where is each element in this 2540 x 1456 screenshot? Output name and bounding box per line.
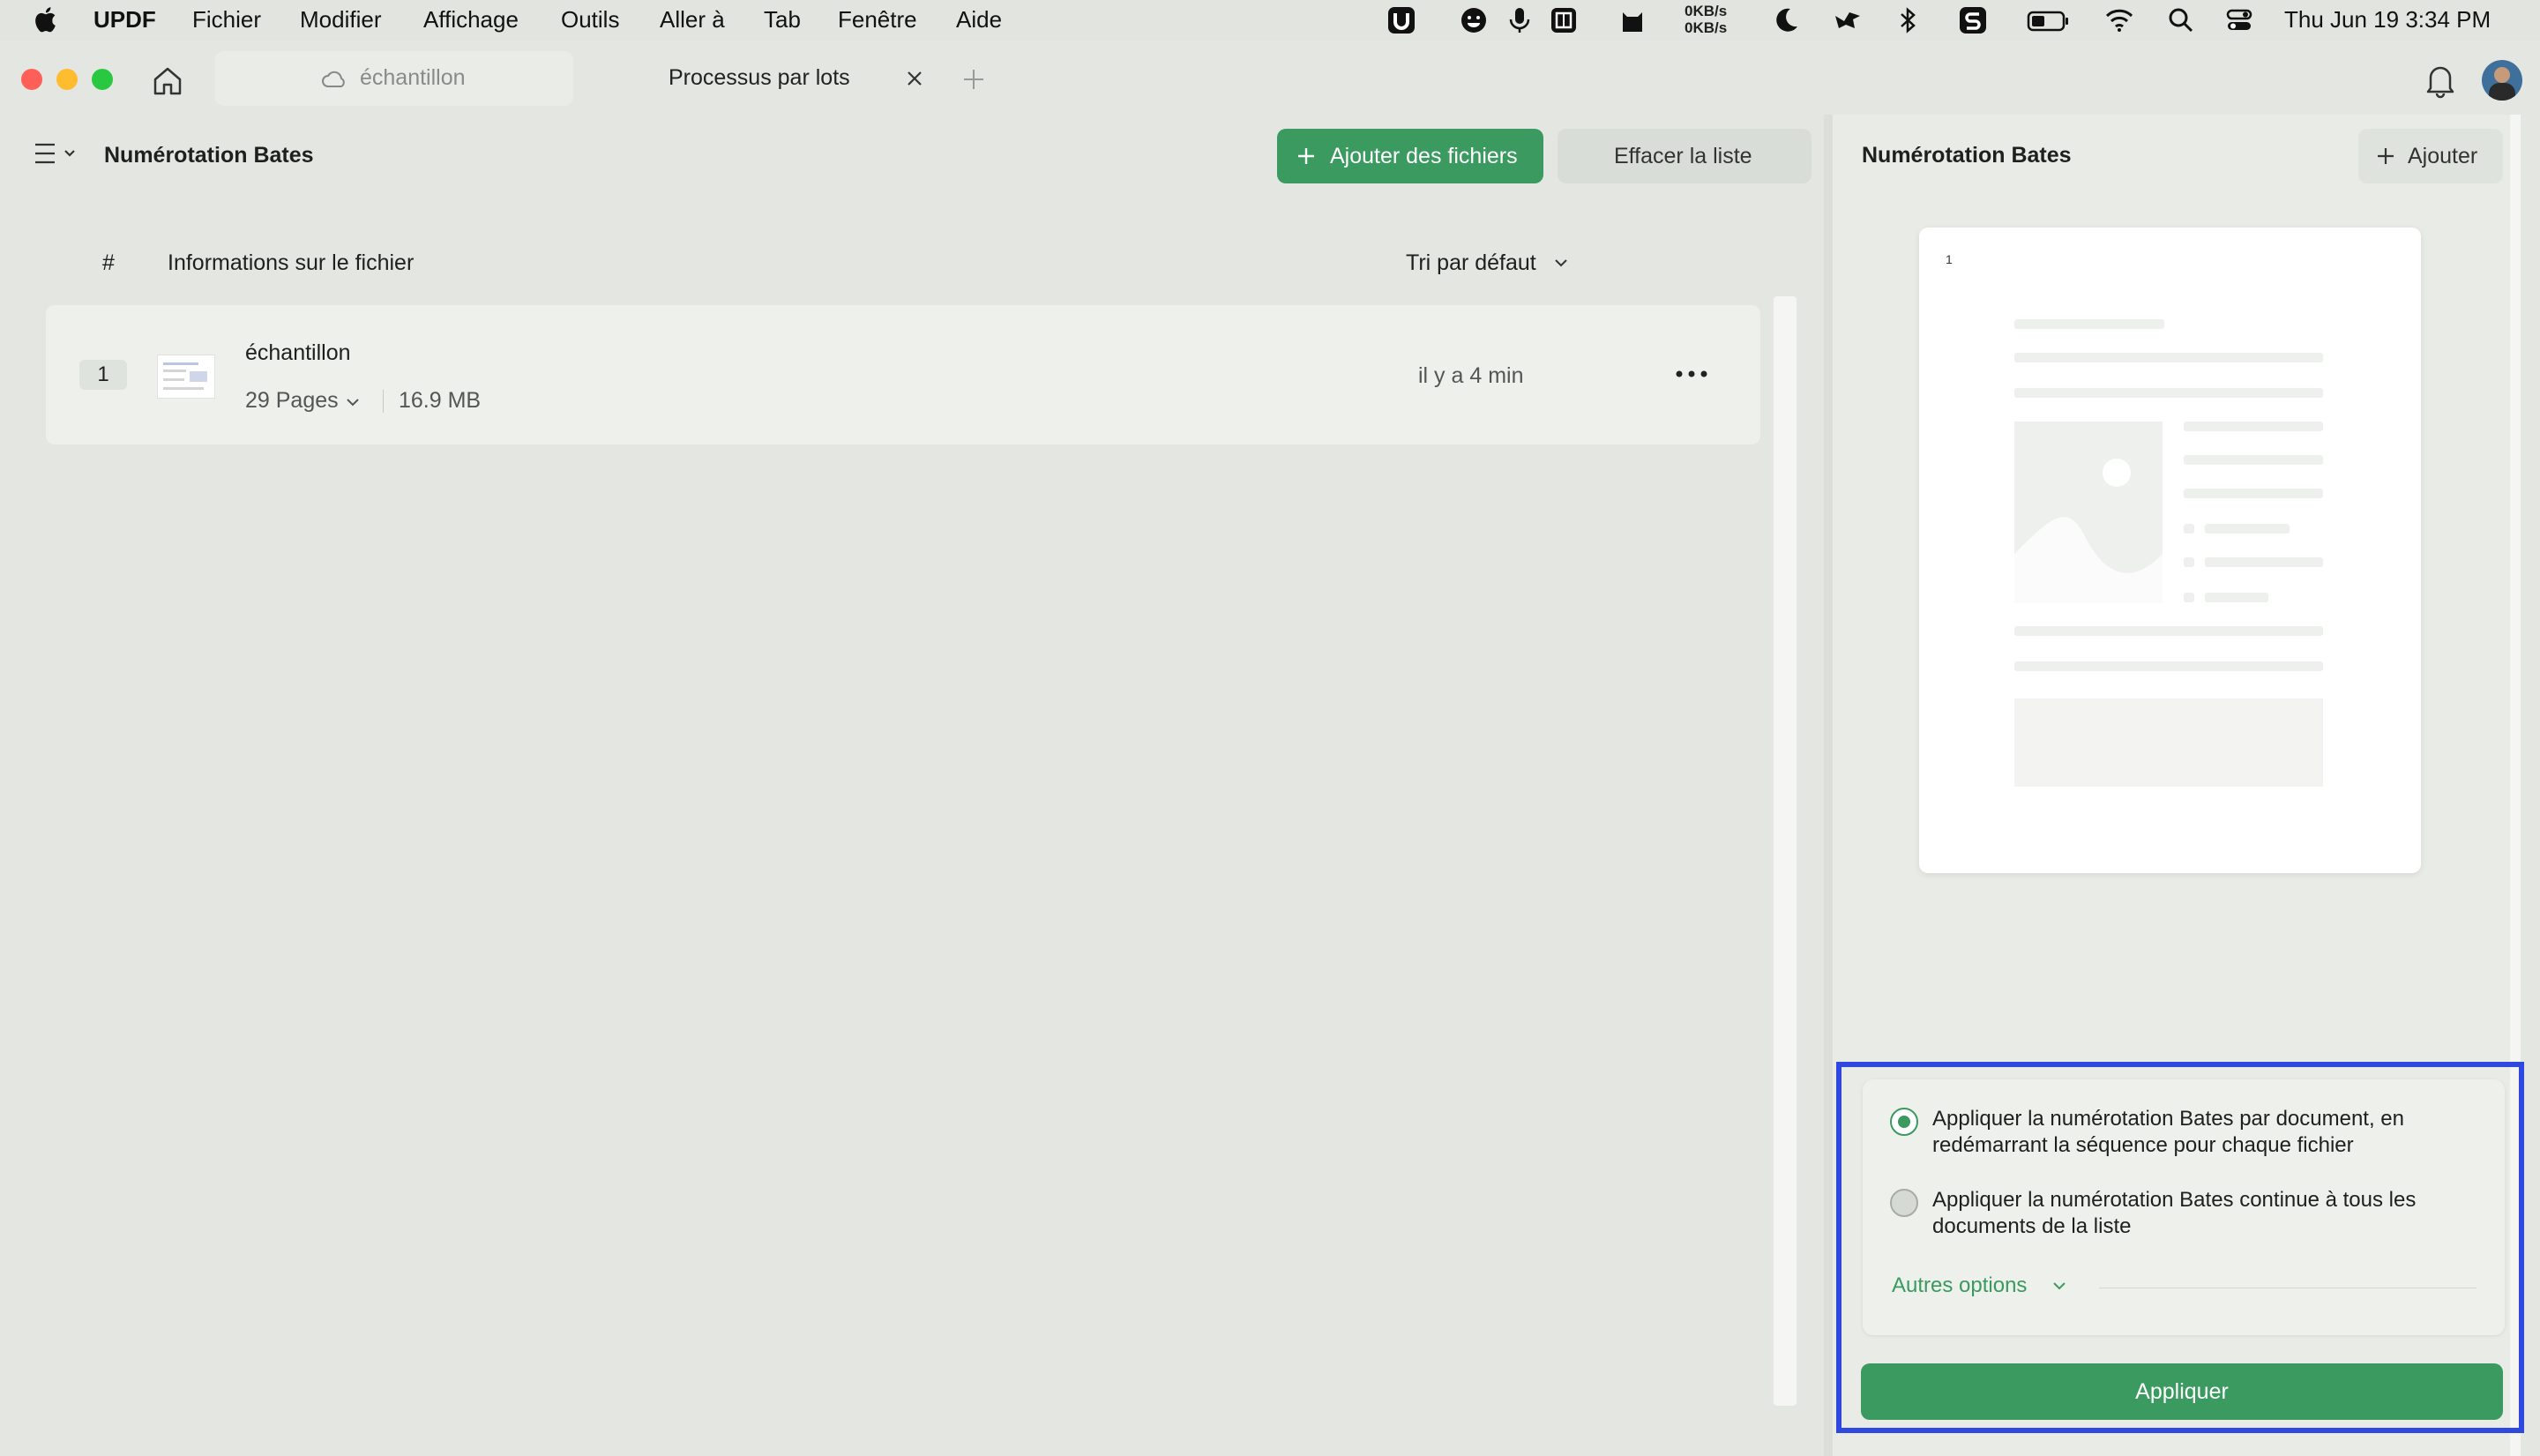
bluetooth-icon[interactable] [1893, 5, 1923, 35]
file-index-badge: 1 [79, 360, 127, 390]
file-row[interactable]: 1 échantillon 29 Pages 16.9 MB il y a 4 … [46, 305, 1760, 444]
menu-clock[interactable]: Thu Jun 19 3:34 PM [2284, 6, 2491, 34]
tab-echantillon[interactable]: échantillon [215, 51, 573, 106]
tab-processus-par-lots[interactable]: Processus par lots [582, 51, 944, 106]
menu-fichier[interactable]: Fichier [192, 6, 261, 34]
preview-image-placeholder [2014, 422, 2163, 603]
close-window-button[interactable] [21, 69, 42, 90]
page-preview: 1 [1919, 228, 2421, 873]
screen-capture-icon[interactable] [1549, 5, 1579, 35]
file-pages-dropdown[interactable]: 29 Pages [245, 388, 369, 416]
plus-icon [2378, 148, 2394, 164]
menu-app-name[interactable]: UPDF [93, 6, 156, 34]
user-avatar[interactable] [2482, 60, 2522, 101]
clear-list-label: Effacer la liste [1614, 144, 1752, 168]
file-time: il y a 4 min [1418, 363, 1524, 388]
file-pages: 29 Pages [245, 388, 339, 413]
menu-aller-a[interactable]: Aller à [660, 6, 725, 34]
settings-title: Numérotation Bates [1862, 143, 2072, 168]
preview-block-placeholder [2014, 698, 2323, 787]
battery-icon[interactable] [2027, 5, 2069, 35]
control-center-icon[interactable] [2224, 5, 2254, 35]
file-size: 16.9 MB [399, 388, 482, 413]
spotlight-search-icon[interactable] [2166, 5, 2196, 35]
more-options-icon[interactable] [1674, 367, 1709, 381]
image-placeholder-icon [2014, 459, 2163, 603]
add-bates-button[interactable]: Ajouter [2358, 129, 2503, 183]
wifi-icon[interactable] [2104, 5, 2134, 35]
network-up: 0KB/s [1685, 3, 1728, 19]
clear-list-button[interactable]: Effacer la liste [1558, 129, 1812, 183]
microphone-icon[interactable] [1505, 5, 1535, 35]
menu-tab[interactable]: Tab [764, 6, 801, 34]
cloud-icon [322, 71, 345, 87]
notification-bell-icon[interactable] [2424, 62, 2457, 99]
chevron-down-icon [347, 399, 359, 407]
column-header-index: # [102, 250, 115, 275]
highlight-box [1836, 1062, 2524, 1433]
panel-divider[interactable] [1824, 115, 1833, 1456]
add-files-button[interactable]: Ajouter des fichiers [1277, 129, 1543, 183]
network-down: 0KB/s [1685, 19, 1728, 36]
maximize-window-button[interactable] [92, 69, 113, 90]
menu-fenetre[interactable]: Fenêtre [838, 6, 917, 34]
file-thumbnail [157, 355, 215, 399]
night-mode-icon[interactable] [1771, 5, 1801, 35]
emoji-icon[interactable] [1459, 5, 1489, 35]
file-list-scrollbar[interactable] [1774, 296, 1797, 1406]
sort-dropdown[interactable]: Tri par défaut [1406, 247, 1579, 279]
new-tab-icon[interactable] [961, 67, 986, 92]
apple-icon[interactable] [32, 4, 62, 34]
add-files-label: Ajouter des fichiers [1330, 144, 1518, 168]
scrivener-icon[interactable] [1958, 5, 1988, 35]
tab-echantillon-label: échantillon [360, 65, 466, 90]
column-header-file-info: Informations sur le fichier [168, 250, 415, 275]
menu-modifier[interactable]: Modifier [300, 6, 381, 34]
close-tab-icon[interactable] [905, 69, 924, 88]
bird-icon[interactable] [1833, 5, 1863, 35]
home-icon[interactable] [150, 63, 185, 99]
minimize-window-button[interactable] [56, 69, 78, 90]
preview-bates-number: 1 [1946, 252, 1953, 266]
panel-title: Numérotation Bates [104, 143, 314, 168]
menu-outils[interactable]: Outils [561, 6, 619, 34]
menu-bar: UPDF Fichier Modifier Affichage Outils A… [0, 0, 2540, 41]
file-name: échantillon [245, 340, 351, 365]
divider [383, 390, 384, 413]
menu-aide[interactable]: Aide [956, 6, 1002, 34]
sort-label: Tri par défaut [1406, 250, 1536, 275]
network-speed: 0KB/s 0KB/s [1685, 3, 1727, 36]
updf-status-icon[interactable] [1386, 5, 1416, 35]
cat-icon[interactable] [1617, 5, 1647, 35]
add-bates-label: Ajouter [2408, 144, 2478, 168]
menu-toggle-icon[interactable] [34, 141, 81, 166]
plus-icon [1298, 148, 1314, 164]
chevron-down-icon [1555, 259, 1567, 267]
tab-processus-label: Processus par lots [669, 65, 850, 90]
menu-affichage[interactable]: Affichage [423, 6, 519, 34]
